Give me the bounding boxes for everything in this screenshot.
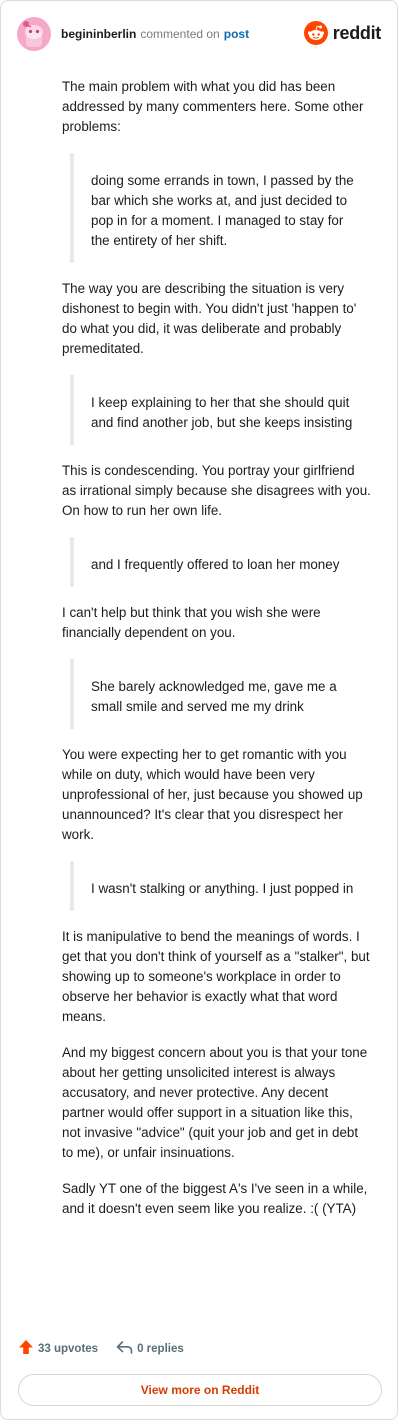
post-link[interactable]: post <box>224 27 249 41</box>
comment-paragraph: And my biggest concern about you is that… <box>62 1045 368 1160</box>
quote-block: She barely acknowledged me, gave me a sm… <box>70 659 354 729</box>
comment-paragraph: It is manipulative to bend the meanings … <box>62 929 370 1024</box>
upvote-button[interactable]: 33 upvotes <box>18 1339 98 1358</box>
quote-text: She barely acknowledged me, gave me a sm… <box>91 679 337 714</box>
reply-count: 0 replies <box>137 1342 184 1355</box>
reddit-wordmark: reddit <box>332 22 382 43</box>
snoo-avatar-icon[interactable] <box>17 17 51 51</box>
comment-meta: begininberlin commented on post <box>61 27 249 41</box>
comment-paragraph: The way you are describing the situation… <box>62 281 357 356</box>
commented-on-label: commented on <box>140 27 220 41</box>
upvote-count: 33 upvotes <box>38 1342 99 1355</box>
quote-text: doing some errands in town, I passed by … <box>91 173 354 248</box>
quote-text: I wasn't stalking or anything. I just po… <box>91 881 354 896</box>
reply-icon <box>116 1340 133 1358</box>
quote-block: and I frequently offered to loan her mon… <box>70 537 354 587</box>
quote-block: I wasn't stalking or anything. I just po… <box>70 861 354 911</box>
replies-button[interactable]: 0 replies <box>116 1340 184 1358</box>
upvote-arrow-icon <box>18 1339 34 1358</box>
comment-paragraph: Sadly YT one of the biggest A's I've see… <box>62 1181 368 1216</box>
quote-block: I keep explaining to her that she should… <box>70 375 354 445</box>
view-more-on-reddit-button[interactable]: View more on Reddit <box>18 1374 382 1406</box>
comment-paragraph: The main problem with what you did has b… <box>62 79 364 134</box>
quote-text: I keep explaining to her that she should… <box>91 395 353 430</box>
comment-footer: 33 upvotes 0 replies <box>18 1339 202 1358</box>
username-link[interactable]: begininberlin <box>61 27 136 41</box>
comment-paragraph: I can't help but think that you wish she… <box>62 605 321 640</box>
quote-text: and I frequently offered to loan her mon… <box>91 557 340 572</box>
comment-body: The main problem with what you did has b… <box>62 77 372 1235</box>
comment-header: begininberlin commented on post reddit <box>17 17 381 51</box>
reddit-brand[interactable]: reddit <box>303 21 382 45</box>
comment-paragraph: This is condescending. You portray your … <box>62 463 371 518</box>
reddit-logo-icon <box>303 21 328 45</box>
comment-paragraph: You were expecting her to get romantic w… <box>62 747 363 842</box>
comment-card: begininberlin commented on post reddit T… <box>0 0 398 1420</box>
quote-block: doing some errands in town, I passed by … <box>70 153 354 263</box>
